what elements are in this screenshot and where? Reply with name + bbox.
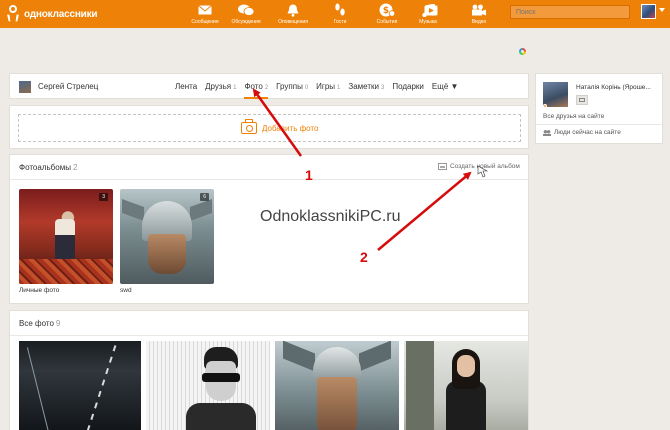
create-album-label: Создать новый альбом [450, 163, 520, 170]
people-online-label: Люди сейчас на сайте [554, 129, 621, 136]
annotation-number-2: 2 [360, 249, 368, 265]
album-caption[interactable]: swd [120, 287, 214, 294]
tab-count: 3 [381, 85, 385, 91]
profile-name[interactable]: Сергей Стрелец [38, 82, 98, 91]
tab-label: Заметки [348, 82, 379, 91]
nav-label: Обсуждения [231, 19, 261, 25]
photo-thumbnail[interactable] [404, 341, 528, 430]
search-input[interactable] [510, 5, 630, 19]
nav-label: Видео [471, 19, 487, 25]
friend-avatar[interactable] [543, 82, 568, 107]
add-photo-label: Добавить фото [262, 123, 319, 133]
video-camera-icon [471, 2, 487, 18]
album-photo-count: 3 [99, 193, 108, 201]
people-online-link[interactable]: Люди сейчас на сайте [543, 129, 621, 136]
ok-logo[interactable]: одноклассники [6, 5, 98, 23]
tab-notes[interactable]: Заметки 3 [348, 82, 384, 91]
add-photo-panel: Добавить фото [9, 105, 529, 149]
nav-video[interactable]: Видео [454, 2, 504, 25]
tab-count: 0 [304, 85, 309, 91]
add-photo-button[interactable]: Добавить фото [241, 119, 319, 134]
chat-bubbles-icon [238, 2, 254, 18]
nav-label: События [376, 19, 398, 25]
album-caption[interactable]: Личные фото [19, 287, 113, 294]
nav-label: Гости [333, 19, 347, 25]
tab-count: 1 [233, 85, 237, 91]
photo-thumbnail[interactable] [275, 341, 399, 430]
envelope-icon [579, 98, 585, 102]
tab-gifts[interactable]: Подарки [392, 82, 424, 91]
tab-games[interactable]: Игры 1 [316, 82, 340, 91]
album-cover-image[interactable]: 3 [19, 189, 113, 284]
albums-count: 2 [72, 163, 78, 172]
friend-name[interactable]: Наталія Корінь (Ярошe... [576, 84, 651, 91]
albums-title: Фотоальбомы 2 [19, 163, 77, 172]
logo-text: одноклассники [24, 8, 98, 20]
tab-photos[interactable]: Фото 2 [244, 82, 269, 99]
album-cover-image[interactable]: 6 [120, 189, 214, 284]
album-icon [438, 163, 447, 170]
tab-count: 1 [337, 85, 341, 91]
nav-discussions[interactable]: Обсуждения [221, 2, 271, 25]
svg-text:$: $ [383, 6, 389, 16]
user-avatar[interactable] [641, 4, 656, 19]
annotation-number-1: 1 [305, 167, 313, 183]
nav-notifications[interactable]: Оповещения [268, 2, 318, 25]
album-card[interactable]: 3 Личные фото [19, 189, 113, 294]
tab-label: Подарки [392, 82, 424, 91]
people-icon [543, 129, 551, 136]
envelope-icon [198, 2, 212, 18]
profile-tabs: Лента Друзья 1 Фото 2 Группы 0 Игры 1 Заметк… [175, 82, 466, 99]
divider [10, 335, 528, 336]
divider [10, 179, 528, 180]
profile-menu-bar: Сергей Стрелец Лента Друзья 1 Фото 2 Групп… [9, 73, 529, 99]
tab-count: 2 [264, 85, 269, 91]
tab-friends[interactable]: Друзья 1 [205, 82, 236, 91]
photo-thumbnail[interactable] [19, 341, 141, 430]
nav-guests[interactable]: Гости [315, 2, 365, 25]
send-message-button[interactable] [576, 95, 588, 105]
chevron-down-icon[interactable] [659, 8, 665, 12]
camera-icon [241, 119, 257, 134]
all-photos-section: Все фото 9 [9, 310, 529, 430]
create-album-link[interactable]: Создать новый альбом [438, 163, 520, 170]
albums-title-text: Фотоальбомы [19, 163, 71, 172]
play-icon [424, 2, 438, 18]
tab-more[interactable]: Ещё ▼ [432, 82, 459, 91]
friends-online-panel: Наталія Корінь (Ярошe... Все друзья на с… [535, 73, 663, 144]
tab-feed[interactable]: Лента [175, 82, 197, 91]
nav-music-play[interactable] [416, 2, 446, 18]
loading-spinner-icon [519, 48, 526, 55]
tab-label: Игры [316, 82, 336, 91]
nav-label: Сообщения [191, 19, 219, 25]
all-photos-title: Все фото 9 [19, 319, 60, 328]
divider [536, 124, 662, 125]
online-indicator-icon [543, 104, 547, 108]
add-photo-dropzone[interactable]: Добавить фото [18, 114, 521, 142]
all-photos-count: 9 [55, 319, 61, 328]
top-navigation-bar: одноклассники Сообщения Обсуждения Опове… [0, 0, 670, 28]
ok-logo-icon [6, 5, 20, 23]
profile-avatar[interactable] [19, 81, 31, 93]
nav-label: Оповещения [278, 19, 308, 25]
album-card[interactable]: 6 swd [120, 189, 214, 294]
tab-label: Ещё ▼ [431, 82, 459, 91]
tab-label: Фото [244, 82, 263, 91]
photo-thumbnail[interactable] [146, 341, 270, 430]
friends-online-link[interactable]: Все друзья на сайте [543, 113, 604, 120]
tab-label: Друзья [205, 82, 232, 91]
tab-groups[interactable]: Группы 0 [276, 82, 308, 91]
site-watermark: OdnoklassnikiPC.ru [260, 208, 401, 225]
tab-label: Группы [276, 82, 303, 91]
all-photos-title-text: Все фото [19, 319, 54, 328]
nav-label: Музыка [419, 19, 437, 25]
tab-label: Лента [175, 82, 198, 91]
money-badge-icon: $ [379, 2, 395, 18]
album-photo-count: 6 [200, 193, 209, 201]
footprints-icon [334, 2, 346, 18]
photo-albums-section: Фотоальбомы 2 Создать новый альбом 3 Личн… [9, 154, 529, 304]
bell-icon [287, 2, 299, 18]
